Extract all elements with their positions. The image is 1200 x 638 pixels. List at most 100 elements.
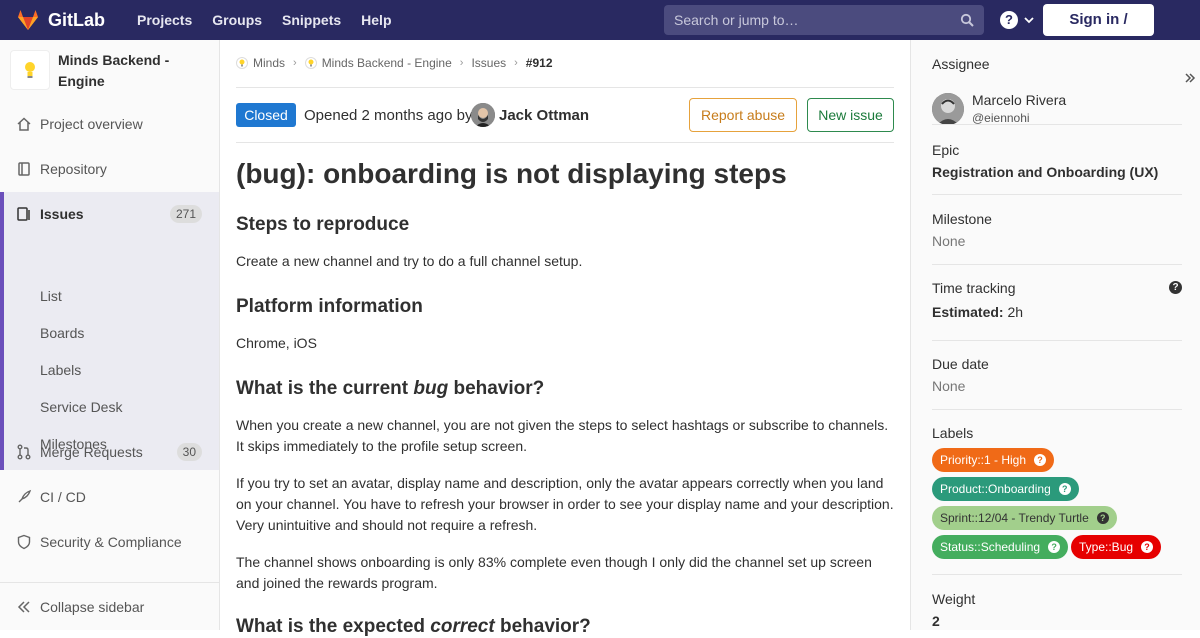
sidebar-item-label: Repository	[40, 161, 107, 177]
subnav-list[interactable]: List	[40, 288, 62, 304]
steps-heading: Steps to reproduce	[236, 214, 410, 235]
breadcrumb-project[interactable]: Minds Backend - Engine	[322, 56, 452, 70]
question-icon: ?	[1048, 541, 1061, 553]
labels-title: Labels	[932, 425, 974, 441]
weight-title: Weight	[932, 591, 976, 607]
question-icon: ?	[1058, 483, 1071, 495]
label-sprint[interactable]: Sprint::12/04 - Trendy Turtle ?	[932, 506, 1117, 530]
report-abuse-button[interactable]: Report abuse	[689, 98, 797, 132]
nav-help[interactable]: Help	[353, 12, 399, 28]
breadcrumb-chevron-icon: ›	[293, 57, 297, 69]
sidebar-item-repository[interactable]: Repository	[0, 147, 219, 191]
author-avatar[interactable]	[471, 103, 495, 127]
group-avatar-icon	[236, 57, 248, 69]
breadcrumb-issue-number[interactable]: #912	[526, 56, 553, 70]
subnav-boards[interactable]: Boards	[40, 325, 84, 341]
search-input[interactable]: Search or jump to…	[664, 5, 984, 35]
tanuki-icon	[18, 10, 38, 30]
label-status[interactable]: Status::Scheduling ?	[932, 535, 1069, 559]
divider	[932, 194, 1182, 195]
assignee-avatar[interactable]	[932, 93, 964, 125]
sidebar-item-ci-cd[interactable]: CI / CD	[0, 475, 219, 519]
brand-name: GitLab	[48, 9, 105, 30]
author-name[interactable]: Jack Ottman	[499, 107, 589, 124]
assignee-name[interactable]: Marcelo Rivera	[972, 92, 1066, 108]
merge-request-icon	[17, 444, 31, 460]
double-chevron-right-icon[interactable]	[1184, 72, 1196, 84]
current-behavior-paragraph-2: If you try to set an avatar, display nam…	[236, 475, 894, 533]
due-date-title: Due date	[932, 356, 989, 372]
divider	[932, 124, 1182, 125]
project-avatar	[10, 50, 50, 90]
time-tracking-section: Time tracking ? Estimated: 2h	[932, 280, 1182, 320]
nav-groups[interactable]: Groups	[204, 12, 270, 28]
rocket-icon	[18, 489, 32, 503]
time-estimate: Estimated: 2h	[932, 304, 1182, 320]
estimated-value: 2h	[1007, 304, 1024, 320]
label-priority[interactable]: Priority::1 - High ?	[932, 448, 1055, 472]
collapse-sidebar-label: Collapse sidebar	[40, 598, 145, 615]
lightbulb-icon	[25, 62, 35, 78]
sidebar-item-label: Project overview	[40, 116, 143, 132]
breadcrumb-issues[interactable]: Issues	[471, 56, 506, 70]
project-header[interactable]: Minds Backend - Engine	[0, 40, 219, 100]
breadcrumb-minds[interactable]: Minds	[253, 56, 285, 70]
nav-snippets[interactable]: Snippets	[274, 12, 349, 28]
divider	[932, 574, 1182, 575]
platform-heading: Platform information	[236, 296, 423, 317]
sidebar-item-issues[interactable]: Issues 271	[0, 192, 219, 236]
estimated-label: Estimated:	[932, 304, 1004, 320]
home-icon	[17, 117, 31, 131]
question-icon: ?	[1096, 512, 1109, 524]
issue-main: Minds › Minds Backend - Engine › Issues …	[236, 40, 894, 637]
new-issue-button[interactable]: New issue	[807, 98, 894, 132]
divider	[932, 409, 1182, 410]
help-dropdown[interactable]: ?	[1000, 11, 1034, 29]
sidebar-item-label: Merge Requests	[40, 444, 143, 460]
nav-projects[interactable]: Projects	[129, 12, 200, 28]
platform-text: Chrome, iOS	[236, 335, 317, 351]
collapse-sidebar-button[interactable]: Collapse sidebar	[0, 582, 219, 630]
weight-section: Weight 2	[932, 591, 1182, 629]
issue-title: (bug): onboarding is not displaying step…	[236, 158, 787, 189]
epic-title: Epic	[932, 142, 960, 158]
label-product[interactable]: Product::Onboarding ?	[932, 477, 1079, 501]
milestone-value: None	[932, 233, 966, 249]
issues-count-badge: 271	[169, 205, 202, 223]
sidebar-item-security-compliance[interactable]: Security & Compliance	[0, 520, 219, 564]
due-date-section: Due date None	[932, 356, 1182, 394]
search-placeholder: Search or jump to…	[674, 12, 799, 28]
sign-in-button[interactable]: Sign in / Register	[1043, 4, 1154, 60]
breadcrumb-chevron-icon: ›	[459, 57, 464, 69]
sidebar-item-merge-requests[interactable]: Merge Requests 30	[0, 430, 219, 474]
question-icon[interactable]: ?	[1169, 281, 1182, 294]
subnav-service-desk[interactable]: Service Desk	[40, 399, 122, 415]
issue-sidebar: Assignee Marcelo Rivera @eiennohi Epic R…	[910, 40, 1200, 630]
time-tracking-title: Time tracking	[932, 280, 1016, 296]
divider	[236, 87, 894, 88]
milestone-title: Milestone	[932, 211, 992, 227]
opened-text: Opened 2 months ago by	[304, 107, 473, 124]
status-badge: Closed	[236, 103, 296, 127]
breadcrumb: Minds › Minds Backend - Engine › Issues …	[236, 56, 553, 70]
search-icon	[960, 13, 974, 27]
epic-section: Epic Registration and Onboarding (UX)	[932, 142, 1182, 180]
project-name: Minds Backend - Engine	[58, 52, 170, 89]
current-behavior-paragraph-3: The channel shows onboarding is only 83%…	[236, 554, 872, 591]
label-type[interactable]: Type::Bug ?	[1071, 535, 1162, 559]
subnav-labels[interactable]: Labels	[40, 362, 81, 378]
current-behavior-heading: What is the current bug behavior?	[236, 378, 545, 399]
assignee-section: Assignee Marcelo Rivera @eiennohi	[932, 56, 1196, 125]
divider	[236, 142, 894, 143]
breadcrumb-chevron-icon: ›	[514, 57, 518, 69]
book-icon	[18, 162, 30, 176]
divider	[932, 340, 1182, 341]
gitlab-logo[interactable]: GitLab	[16, 8, 114, 32]
milestone-section: Milestone None	[932, 211, 1182, 249]
steps-text: Create a new channel and try to do a ful…	[236, 253, 583, 269]
epic-value[interactable]: Registration and Onboarding (UX)	[932, 164, 1182, 180]
double-chevron-left-icon	[17, 600, 30, 613]
issues-icon	[17, 207, 30, 221]
sidebar: Minds Backend - Engine Project overview …	[0, 40, 220, 630]
sidebar-item-project-overview[interactable]: Project overview	[0, 102, 219, 146]
